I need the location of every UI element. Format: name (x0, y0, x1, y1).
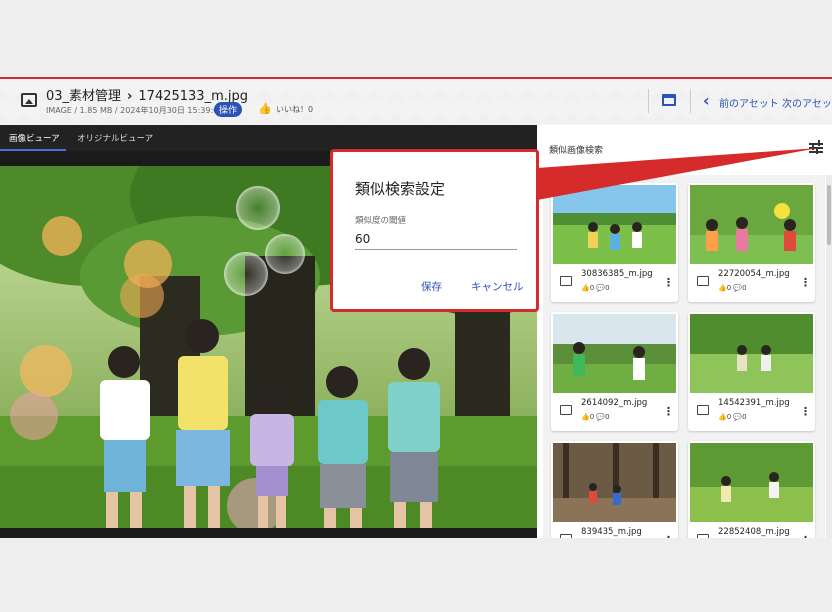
result-thumbnail[interactable] (553, 185, 676, 264)
comment-icon: 💬 (596, 284, 606, 292)
more-vert-icon[interactable]: ⋮ (663, 405, 674, 418)
image-icon (560, 276, 572, 286)
breadcrumb-folder[interactable]: 03_素材管理 (46, 89, 121, 104)
cancel-button[interactable]: キャンセル (471, 279, 524, 294)
result-thumbnail[interactable] (690, 314, 813, 393)
result-filename: 22720054_m.jpg (718, 269, 790, 279)
tab-image-viewer[interactable]: 画像ビューア (9, 132, 60, 144)
divider (648, 89, 649, 113)
result-stats: 👍0 💬0 (581, 413, 610, 421)
chevron-left-icon[interactable]: ‹ (703, 91, 710, 110)
result-filename: 2614092_m.jpg (581, 398, 648, 408)
dialog-title: 類似検索設定 (355, 180, 446, 198)
result-card[interactable]: 22720054_m.jpg 👍0 💬0 ⋮ (688, 183, 815, 302)
result-filename: 839435_m.jpg (581, 527, 642, 537)
result-thumbnail[interactable] (690, 443, 813, 522)
result-card[interactable]: 22852408_m.jpg 👍0 💬0 ⋮ (688, 441, 815, 538)
similarity-settings-dialog: 類似検索設定 類似度の閾値 60 保存 キャンセル (330, 149, 539, 312)
comment-icon: 💬 (733, 413, 743, 421)
window-icon[interactable] (662, 94, 676, 106)
result-filename: 14542391_m.jpg (718, 398, 790, 408)
image-icon (21, 93, 37, 107)
result-stats: 👍0 💬0 (718, 413, 747, 421)
comment-icon: 💬 (596, 413, 606, 421)
result-card[interactable]: 2614092_m.jpg 👍0 💬0 ⋮ (551, 312, 678, 431)
comment-icon: 💬 (733, 284, 743, 292)
similar-images-grid: 30836385_m.jpg 👍0 💬0 ⋮ 22720054_m.jpg 👍0… (543, 175, 825, 538)
image-icon (560, 405, 572, 415)
panel-scrollbar[interactable] (826, 175, 832, 538)
thumbs-up-icon[interactable]: 👍 (258, 102, 272, 115)
result-card[interactable]: 839435_m.jpg 👍0 💬0 ⋮ (551, 441, 678, 538)
tune-settings-icon[interactable] (809, 140, 823, 154)
operations-button[interactable]: 操作 (214, 102, 243, 117)
asset-meta: IMAGE / 1.85 MB / 2024年10月30日 15:39:08 (46, 106, 224, 115)
result-card[interactable]: 30836385_m.jpg 👍0 💬0 ⋮ (551, 183, 678, 302)
threshold-label: 類似度の閾値 (355, 216, 407, 226)
next-asset-link[interactable]: 次のアセット (782, 95, 832, 110)
thumbs-up-icon: 👍 (718, 284, 727, 292)
result-filename: 30836385_m.jpg (581, 269, 653, 279)
panel-title: 類似画像検索 (549, 146, 604, 156)
more-vert-icon[interactable]: ⋮ (800, 405, 811, 418)
divider (690, 89, 691, 113)
bottom-margin (0, 538, 832, 612)
image-icon (697, 405, 709, 415)
tab-original-viewer[interactable]: オリジナルビューア (77, 132, 153, 144)
threshold-input[interactable]: 60 (355, 230, 517, 250)
similar-images-panel: 類似画像検索 30836385_m.jpg 👍0 💬0 ⋮ 22720054_m… (537, 125, 832, 538)
result-thumbnail[interactable] (690, 185, 813, 264)
more-vert-icon[interactable]: ⋮ (663, 276, 674, 289)
result-stats: 👍0 💬0 (718, 284, 747, 292)
viewer-tabs: 画像ビューア オリジナルビューア (0, 125, 537, 151)
result-filename: 22852408_m.jpg (718, 527, 790, 537)
breadcrumb: 03_素材管理 › 17425133_m.jpg (46, 85, 248, 104)
thumbs-up-icon: 👍 (718, 413, 727, 421)
active-tab-indicator (0, 149, 66, 151)
result-stats: 👍0 💬0 (581, 284, 610, 292)
result-thumbnail[interactable] (553, 314, 676, 393)
scrollbar-thumb[interactable] (827, 185, 831, 245)
image-icon (697, 276, 709, 286)
chevron-right-icon: › (127, 89, 133, 104)
thumbs-up-icon: 👍 (581, 413, 590, 421)
result-thumbnail[interactable] (553, 443, 676, 522)
asset-header: 03_素材管理 › 17425133_m.jpg IMAGE / 1.85 MB /… (0, 79, 832, 125)
save-button[interactable]: 保存 (421, 279, 442, 294)
more-vert-icon[interactable]: ⋮ (800, 276, 811, 289)
prev-asset-link[interactable]: 前のアセット (719, 95, 779, 110)
thumbs-up-icon: 👍 (581, 284, 590, 292)
result-card[interactable]: 14542391_m.jpg 👍0 💬0 ⋮ (688, 312, 815, 431)
top-margin (0, 0, 832, 77)
like-count: いいね！0 (276, 105, 314, 114)
